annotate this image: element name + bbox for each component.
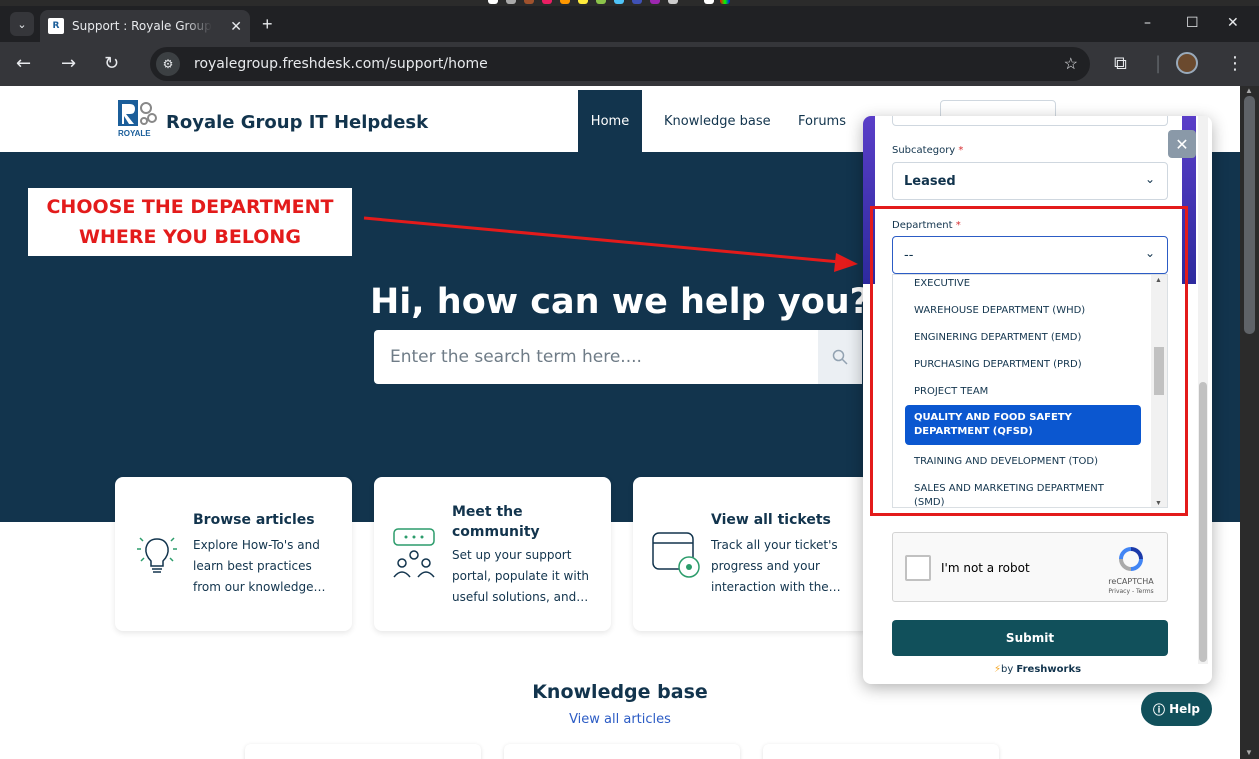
royale-logo: ROYALE <box>118 100 157 138</box>
back-icon[interactable]: ← <box>16 54 31 74</box>
widget-close-button[interactable]: ✕ <box>1168 130 1196 158</box>
nav-forums[interactable]: Forums <box>798 114 846 129</box>
recaptcha-label: I'm not a robot <box>941 561 1030 575</box>
community-icon <box>393 528 435 578</box>
tab-search-icon[interactable]: ⌄ <box>10 12 34 36</box>
recaptcha-widget: I'm not a robot reCAPTCHA Privacy - Term… <box>892 532 1168 602</box>
maximize-icon[interactable]: ☐ <box>1186 15 1199 31</box>
search-input[interactable]: Enter the search term here.... <box>374 330 862 384</box>
chevron-down-icon: ⌄ <box>1144 172 1155 186</box>
address-bar[interactable]: ⚙ royalegroup.freshdesk.com/support/home… <box>150 47 1090 81</box>
reload-icon[interactable]: ↻ <box>104 54 119 74</box>
subcategory-select[interactable]: Leased ⌄ <box>892 162 1168 200</box>
view-all-articles-link[interactable]: View all articles <box>0 712 1240 727</box>
browser-toolbar: ← → ↻ ⚙ royalegroup.freshdesk.com/suppor… <box>0 42 1259 86</box>
annotation-highlight-box <box>870 206 1188 516</box>
browser-tab[interactable]: R Support : Royale Group IT Helpdesk ✕ <box>40 10 250 42</box>
site-info-icon[interactable]: ⚙ <box>156 52 180 76</box>
kb-card[interactable] <box>245 744 481 759</box>
help-button[interactable]: ⓘ Help <box>1141 692 1212 726</box>
bookmark-star-icon[interactable]: ☆ <box>1064 54 1078 74</box>
forward-icon[interactable]: → <box>61 54 76 74</box>
knowledge-base-title: Knowledge base <box>532 681 708 703</box>
window-close-icon[interactable]: ✕ <box>1227 15 1239 31</box>
royale-favicon-icon: R <box>48 18 64 34</box>
svg-text:ROYALE: ROYALE <box>118 129 151 138</box>
profile-avatar[interactable] <box>1176 52 1198 74</box>
card-description: Track all your ticket's progress and you… <box>711 538 841 594</box>
kb-card[interactable] <box>504 744 740 759</box>
card-meet-community[interactable]: Meet the community Set up your support p… <box>374 477 611 631</box>
url-text: royalegroup.freshdesk.com/support/home <box>194 56 488 72</box>
card-description: Explore How-To's and learn best practice… <box>193 538 326 594</box>
tab-close-icon[interactable]: ✕ <box>230 18 242 35</box>
browser-tab-bar: ⌄ R Support : Royale Group IT Helpdesk ✕… <box>0 6 1259 42</box>
recaptcha-checkbox[interactable] <box>905 555 931 581</box>
recaptcha-brand: reCAPTCHA <box>1108 577 1154 586</box>
instruction-annotation: CHOOSE THE DEPARTMENT WHERE YOU BELONG <box>28 188 352 256</box>
annotation-line-2: WHERE YOU BELONG <box>79 226 301 248</box>
nav-home[interactable]: Home <box>578 90 642 152</box>
card-browse-articles[interactable]: Browse articles Explore How-To's and lea… <box>115 477 352 631</box>
card-title: View all tickets <box>711 512 831 528</box>
new-tab-icon[interactable]: + <box>262 14 273 35</box>
recaptcha-logo-icon <box>1119 547 1143 571</box>
bolt-icon: ⚡ <box>993 664 1001 675</box>
widget-scrollbar[interactable] <box>1198 116 1208 664</box>
annotation-line-1: CHOOSE THE DEPARTMENT <box>46 196 334 218</box>
ticket-icon <box>652 532 700 578</box>
recaptcha-terms[interactable]: Privacy - Terms <box>1103 588 1159 595</box>
subcategory-label: Subcategory * <box>892 145 964 156</box>
submit-button[interactable]: Submit <box>892 620 1168 656</box>
lightbulb-icon <box>137 537 177 573</box>
tab-title: Support : Royale Group IT Helpdesk <box>72 19 212 33</box>
search-placeholder: Enter the search term here.... <box>390 347 642 367</box>
subcategory-value: Leased <box>904 174 956 189</box>
card-view-tickets[interactable]: View all tickets Track all your ticket's… <box>633 477 870 631</box>
card-title: Meet the community <box>452 504 540 540</box>
card-description: Set up your support portal, populate it … <box>452 548 589 604</box>
toolbar-divider: | <box>1155 53 1162 74</box>
kb-card[interactable] <box>763 744 999 759</box>
browser-menu-icon[interactable]: ⋮ <box>1226 54 1244 74</box>
page-scrollbar[interactable]: ▲ ▼ <box>1240 86 1259 759</box>
extensions-icon[interactable]: ⧉ <box>1114 54 1127 74</box>
minimize-icon[interactable]: – <box>1144 15 1151 31</box>
brand-title: Royale Group IT Helpdesk <box>166 112 429 133</box>
search-icon[interactable] <box>818 330 862 384</box>
help-circle-icon: ⓘ <box>1153 702 1166 717</box>
previous-field[interactable] <box>892 116 1168 126</box>
nav-knowledge-base[interactable]: Knowledge base <box>664 114 771 129</box>
card-title: Browse articles <box>193 512 315 528</box>
widget-footer: ⚡by Freshworks <box>993 664 1082 675</box>
